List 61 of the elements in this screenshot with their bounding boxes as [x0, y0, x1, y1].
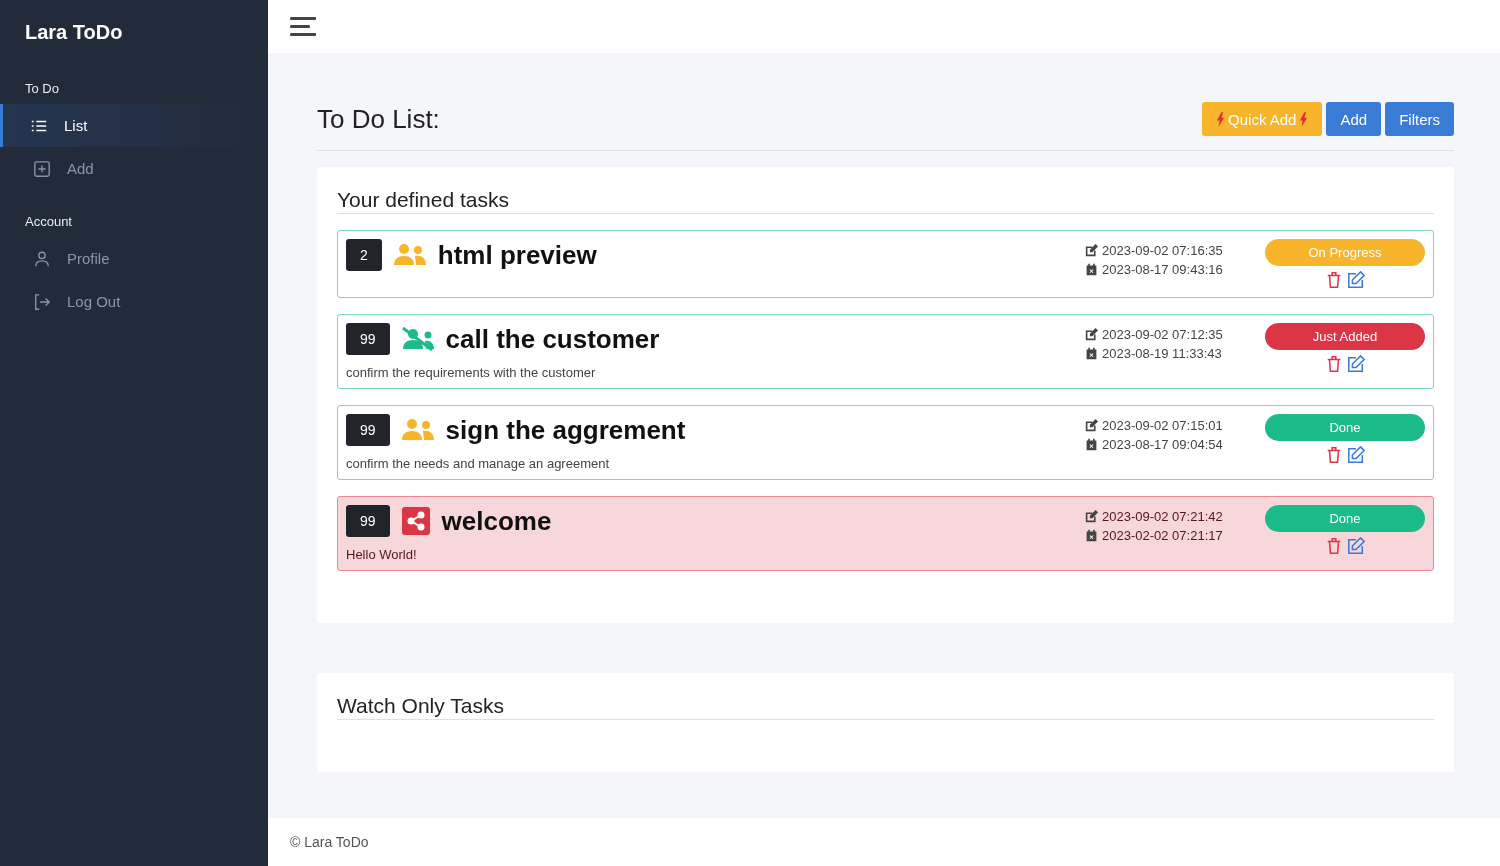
section-heading: To Do: [24, 81, 60, 98]
toolbar-button[interactable]: Add: [1326, 102, 1382, 136]
created-date: 2023-08-17 09:04:54: [1102, 436, 1223, 454]
edit-icon[interactable]: [1347, 537, 1365, 555]
task-description: confirm the needs and manage an agreement: [346, 456, 611, 471]
created-date: 2023-08-19 11:33:43: [1102, 345, 1222, 363]
share-icon: [401, 507, 430, 535]
section-heading: Account: [24, 214, 73, 231]
updated-date: 2023-09-02 07:12:35: [1102, 326, 1223, 344]
calendar-icon: [1085, 347, 1098, 360]
calendar-icon: [1085, 438, 1098, 451]
calendar-icon: [1085, 263, 1098, 276]
updated-date: 2023-09-02 07:21:42: [1102, 508, 1223, 526]
task-title: sign the aggrement: [445, 414, 686, 446]
status-badge: Done: [1265, 414, 1425, 441]
delete-icon[interactable]: [1325, 446, 1343, 464]
menu-icon[interactable]: [290, 16, 316, 37]
page-title: To Do List:: [317, 103, 440, 135]
toolbar-button[interactable]: Filters: [1385, 102, 1454, 136]
calendar-icon: [1085, 529, 1098, 542]
lightning-icon: [1299, 111, 1309, 127]
status-badge: Just Added: [1265, 323, 1425, 350]
panel-title: Watch Only Tasks: [337, 693, 1434, 720]
edit-icon: [1085, 510, 1098, 523]
edit-icon[interactable]: [1347, 355, 1365, 373]
edit-icon[interactable]: [1347, 271, 1365, 289]
footer-text: © Lara ToDo: [290, 834, 369, 850]
edit-icon[interactable]: [1347, 446, 1365, 464]
user-icon: [33, 249, 51, 268]
edit-icon: [1085, 328, 1098, 341]
task-description: Hello World!: [346, 547, 418, 562]
updated-date: 2023-09-02 07:15:01: [1102, 417, 1223, 435]
users-slash-icon: [401, 327, 434, 351]
delete-icon[interactable]: [1325, 271, 1343, 289]
task-description: confirm the requirements with the customer: [346, 365, 597, 380]
sidebar-item[interactable]: Profile: [0, 237, 268, 280]
status-badge: Done: [1265, 505, 1425, 532]
logout-icon: [33, 292, 51, 311]
edit-icon: [1085, 244, 1098, 257]
sidebar-item[interactable]: Log Out: [0, 280, 268, 323]
updated-date: 2023-09-02 07:16:35: [1102, 242, 1223, 260]
edit-icon: [1085, 419, 1098, 432]
count-badge: 99: [346, 414, 390, 446]
users-icon: [393, 243, 426, 267]
add-square-icon: [33, 159, 51, 178]
app-title: Lara ToDo: [24, 20, 124, 45]
users-icon: [401, 418, 434, 442]
count-badge: 99: [346, 505, 390, 537]
task-title: html preview: [437, 239, 597, 271]
lightning-icon: [1216, 111, 1226, 127]
task-title: call the customer: [445, 323, 660, 355]
status-badge: On Progress: [1265, 239, 1425, 266]
delete-icon[interactable]: [1325, 537, 1343, 555]
count-badge: 99: [346, 323, 390, 355]
created-date: 2023-08-17 09:43:16: [1102, 261, 1223, 279]
panel-title: Your defined tasks: [337, 187, 1434, 214]
task-title: welcome: [441, 505, 552, 537]
sidebar-item[interactable]: Add: [0, 147, 268, 190]
delete-icon[interactable]: [1325, 355, 1343, 373]
count-badge: 2: [346, 239, 382, 271]
created-date: 2023-02-02 07:21:17: [1102, 527, 1223, 545]
